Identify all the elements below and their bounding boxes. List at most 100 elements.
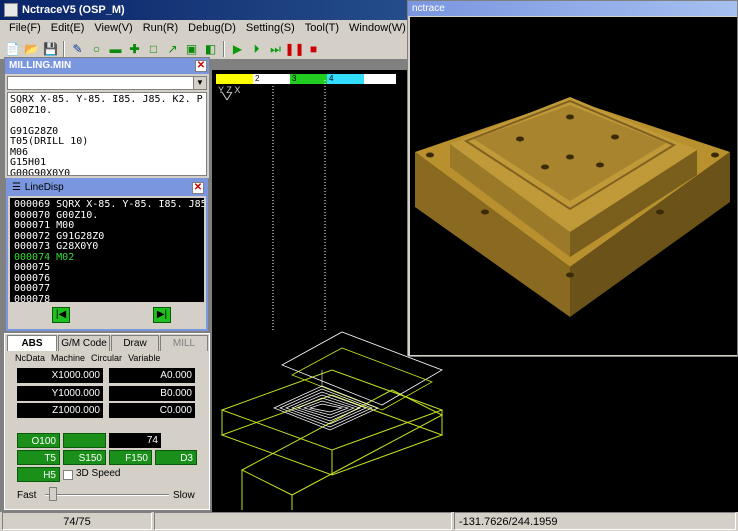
subtab-ncdata[interactable]: NcData: [13, 353, 47, 363]
y-coord: Y1000.000: [17, 386, 103, 401]
line-number: 000070: [14, 209, 57, 221]
menu-item[interactable]: Debug(D): [183, 20, 241, 38]
app-icon: [4, 3, 18, 17]
line-number: 000073: [14, 241, 57, 252]
s-number: S150: [63, 450, 106, 465]
linedisp-title: LineDisp: [24, 182, 64, 193]
subtab-row: NcData Machine Circular Variable: [13, 353, 162, 363]
linedisp-titlebar: ☰ LineDisp ✕: [8, 180, 206, 196]
linedisp-window: ☰ LineDisp ✕ 000069 SQRX X-85. Y-85. I85…: [6, 178, 208, 331]
line-number: 000077: [14, 283, 57, 294]
milling-titlebar: MILLING.MIN ✕: [5, 58, 209, 74]
x-coord: X1000.000: [17, 368, 103, 383]
new-icon[interactable]: 📄: [4, 40, 21, 57]
line-count: 74: [109, 433, 161, 448]
line-text: G91G28Z0: [56, 230, 105, 242]
tab-gm-code[interactable]: G/M Code: [58, 335, 110, 351]
menu-item[interactable]: View(V): [89, 20, 137, 38]
run-icon[interactable]: ▶: [229, 40, 246, 57]
tab-abs[interactable]: ABS: [7, 335, 57, 351]
fast-label: Fast: [17, 490, 37, 501]
close-icon[interactable]: ✕: [192, 182, 204, 194]
open-icon[interactable]: 📂: [23, 40, 40, 57]
line-text: M00: [56, 220, 75, 231]
linedisp-list: 000069 SQRX X-85. Y-85. I85. J85 000070 G…: [10, 198, 204, 302]
line-number: 000076: [14, 272, 57, 284]
nctrace-window: nctrace close: [407, 0, 738, 357]
tab-draw[interactable]: Draw: [111, 335, 159, 351]
menu-item[interactable]: File(F): [4, 20, 46, 38]
milling-code[interactable]: SQRX X-85. Y-85. I85. J85. K2. P G00Z10.…: [7, 92, 207, 176]
save-icon[interactable]: 💾: [42, 40, 59, 57]
next-button[interactable]: ▶|: [153, 307, 171, 323]
t-number: T5: [17, 450, 60, 465]
speed-checkbox[interactable]: [63, 470, 73, 480]
menu-item[interactable]: Setting(S): [241, 20, 300, 38]
menu-item[interactable]: Run(R): [138, 20, 183, 38]
minus-icon[interactable]: ▬: [107, 40, 124, 57]
h-number: H5: [17, 467, 60, 482]
arrow-icon[interactable]: ↗: [164, 40, 181, 57]
slow-label: Slow: [173, 490, 195, 501]
status-line: 74/75: [2, 512, 152, 530]
blank-field: [63, 433, 106, 448]
a-coord: A0.000: [109, 368, 195, 383]
subtab-machine[interactable]: Machine: [49, 353, 87, 363]
status-bar: 74/75 -131.7626/244.1959: [0, 512, 738, 530]
line-text: SQRX X-85. Y-85. I85. J85: [56, 199, 204, 210]
pocket-paths: [273, 385, 379, 431]
menu-item[interactable]: Tool(T): [300, 20, 344, 38]
line-number: 000071: [14, 220, 57, 231]
speed-slider-track[interactable]: [45, 494, 169, 496]
run-next-icon[interactable]: ⏵: [248, 40, 265, 57]
line-number: 000069: [14, 199, 57, 210]
render-viewport[interactable]: [410, 17, 737, 355]
subtab-circular[interactable]: Circular: [89, 353, 124, 363]
f-number: F150: [109, 450, 152, 465]
menu-item[interactable]: Window(W): [344, 20, 411, 38]
nctrace-title: nctrace: [412, 3, 445, 14]
d-number: D3: [155, 450, 197, 465]
chevron-down-icon[interactable]: ▼: [193, 77, 206, 89]
line-text: G00Z10.: [56, 209, 99, 221]
status-blank: [154, 512, 452, 530]
status-coords: -131.7626/244.1959: [454, 512, 736, 530]
toolbar-separator: [63, 40, 65, 57]
stop-icon[interactable]: ■: [305, 40, 322, 57]
plus-icon[interactable]: ✚: [126, 40, 143, 57]
menu-item[interactable]: Edit(E): [46, 20, 90, 38]
circle-icon[interactable]: ○: [88, 40, 105, 57]
speed-slider-thumb[interactable]: [49, 487, 57, 501]
control-panel: ABS G/M Code Draw MILL NcData Machine Ci…: [4, 333, 210, 510]
linedisp-nav: |◀ ▶|: [8, 304, 206, 328]
line-text: M02: [56, 251, 75, 263]
nctrace-titlebar: nctrace: [408, 1, 737, 16]
line-number: 000075: [14, 262, 57, 273]
step-icon[interactable]: ⏭: [267, 40, 284, 57]
toolbar-separator: [223, 40, 225, 57]
pause-icon[interactable]: ❚❚: [284, 40, 304, 57]
line-text: G28X0Y0: [56, 241, 99, 252]
z-coord: Z1000.000: [17, 403, 103, 418]
speed-label: 3D Speed: [76, 468, 121, 479]
line-number: 000074: [14, 251, 57, 263]
brush-icon[interactable]: ✎: [69, 40, 86, 57]
line-number: 000072: [14, 230, 57, 242]
o-number: O100: [17, 433, 60, 448]
linedisp-row[interactable]: 000078: [14, 293, 200, 302]
app-title: NctraceV5 (OSP_M): [22, 4, 125, 16]
b-coord: B0.000: [109, 386, 195, 401]
workpiece-3d: [415, 97, 730, 317]
c-coord: C0.000: [109, 403, 195, 418]
tab-mill[interactable]: MILL: [160, 335, 208, 351]
close-icon[interactable]: ✕: [195, 60, 207, 72]
line-number: 000078: [14, 293, 57, 302]
square-icon[interactable]: □: [145, 40, 162, 57]
subtab-variable[interactable]: Variable: [126, 353, 162, 363]
milling-dropdown[interactable]: ▼: [7, 76, 207, 90]
import-icon[interactable]: ◧: [202, 40, 219, 57]
milling-title: MILLING.MIN: [9, 60, 72, 71]
milling-window: MILLING.MIN ✕ ▼ SQRX X-85. Y-85. I85. J8…: [4, 57, 210, 179]
prev-button[interactable]: |◀: [52, 307, 70, 323]
export-icon[interactable]: ▣: [183, 40, 200, 57]
